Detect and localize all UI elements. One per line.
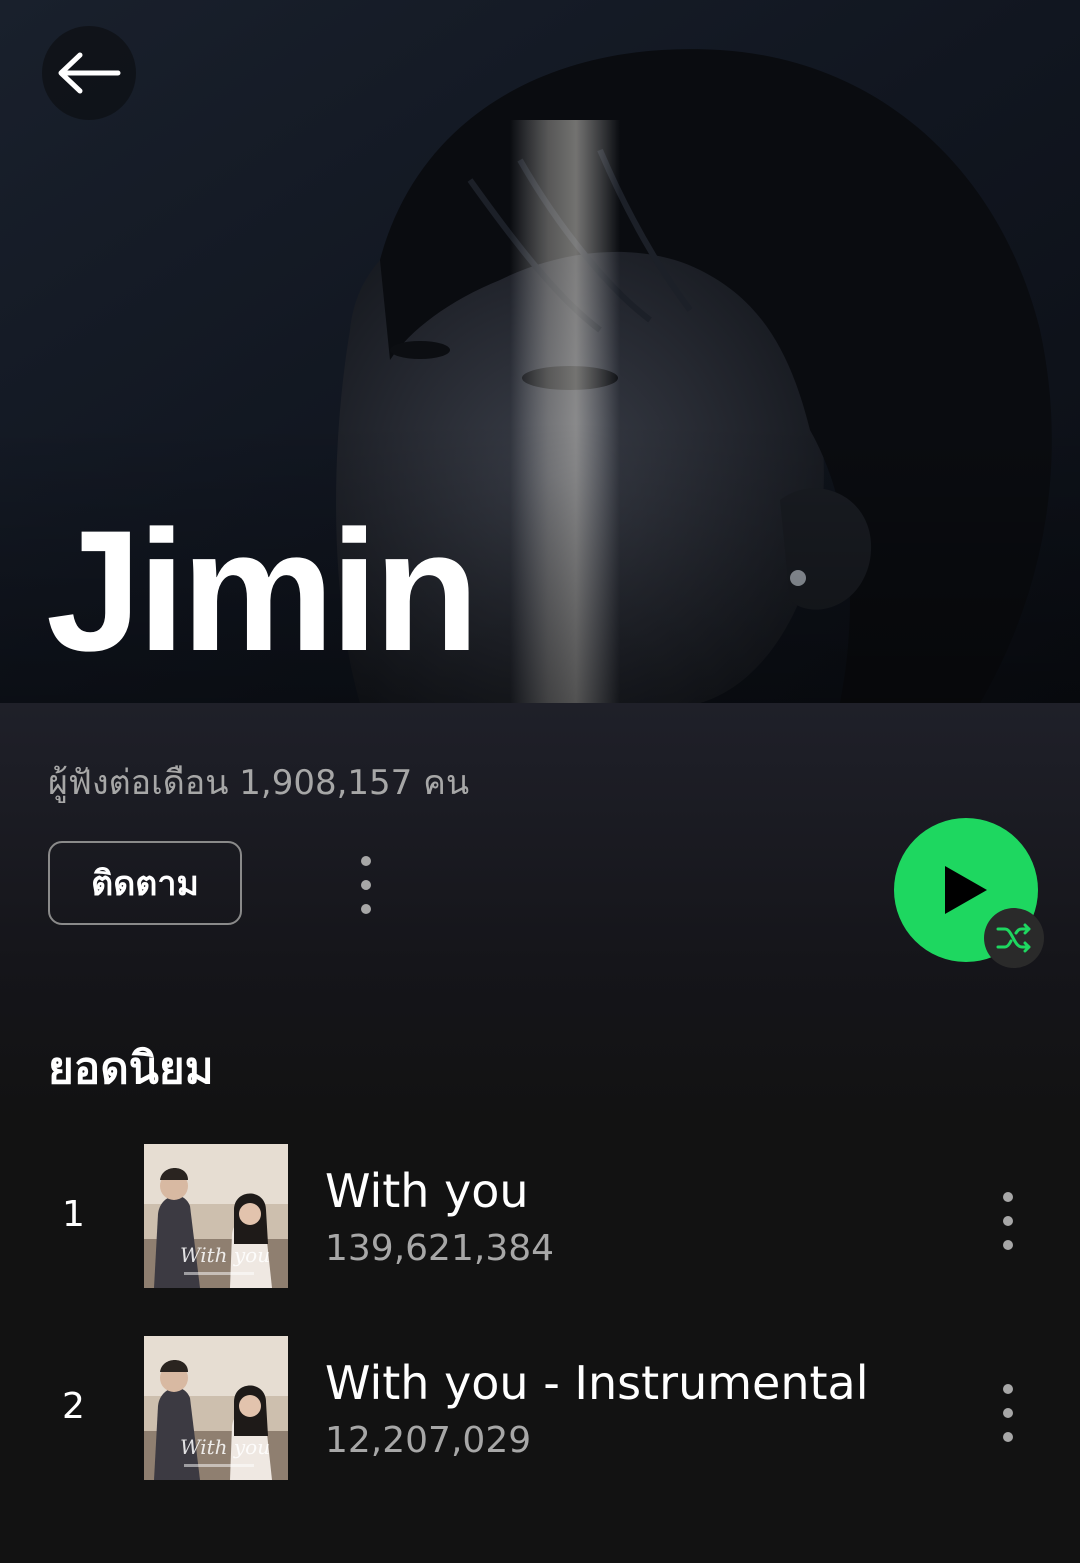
back-button[interactable] (42, 26, 136, 120)
popular-section-title: ยอดนิยม (48, 1043, 214, 1094)
arrow-left-icon (58, 52, 121, 94)
track-rank: 2 (62, 1386, 85, 1427)
more-vertical-icon (1003, 1192, 1013, 1202)
track-cover: With you (144, 1144, 288, 1288)
svg-text:With you: With you (180, 1435, 270, 1459)
track-play-count: 139,621,384 (325, 1228, 555, 1269)
more-vertical-icon (361, 856, 371, 866)
follow-button[interactable]: ติดตาม (48, 841, 242, 925)
track-rank: 1 (62, 1194, 85, 1235)
track-row[interactable]: 1 With you With you 139,621,384 (0, 1144, 1080, 1288)
artist-name: Jimin (46, 495, 479, 687)
artist-content: ผู้ฟังต่อเดือน 1,908,157 คน ติดตาม ยอดนิ… (0, 703, 1080, 1563)
svg-text:With you: With you (180, 1243, 270, 1267)
more-options-button[interactable] (356, 856, 376, 914)
more-vertical-icon (1003, 1384, 1013, 1394)
track-more-button[interactable] (998, 1384, 1018, 1442)
monthly-listeners: ผู้ฟังต่อเดือน 1,908,157 คน (48, 763, 470, 803)
shuffle-icon (996, 923, 1031, 953)
track-play-count: 12,207,029 (325, 1420, 532, 1461)
track-title: With you - Instrumental (325, 1356, 869, 1410)
shuffle-button[interactable] (984, 908, 1044, 968)
track-row[interactable]: 2 With you With you - Instrumental 12,20… (0, 1336, 1080, 1480)
play-icon (945, 866, 987, 914)
artist-hero: Jimin (0, 0, 1080, 703)
track-title: With you (325, 1164, 529, 1218)
track-cover: With you (144, 1336, 288, 1480)
track-more-button[interactable] (998, 1192, 1018, 1250)
